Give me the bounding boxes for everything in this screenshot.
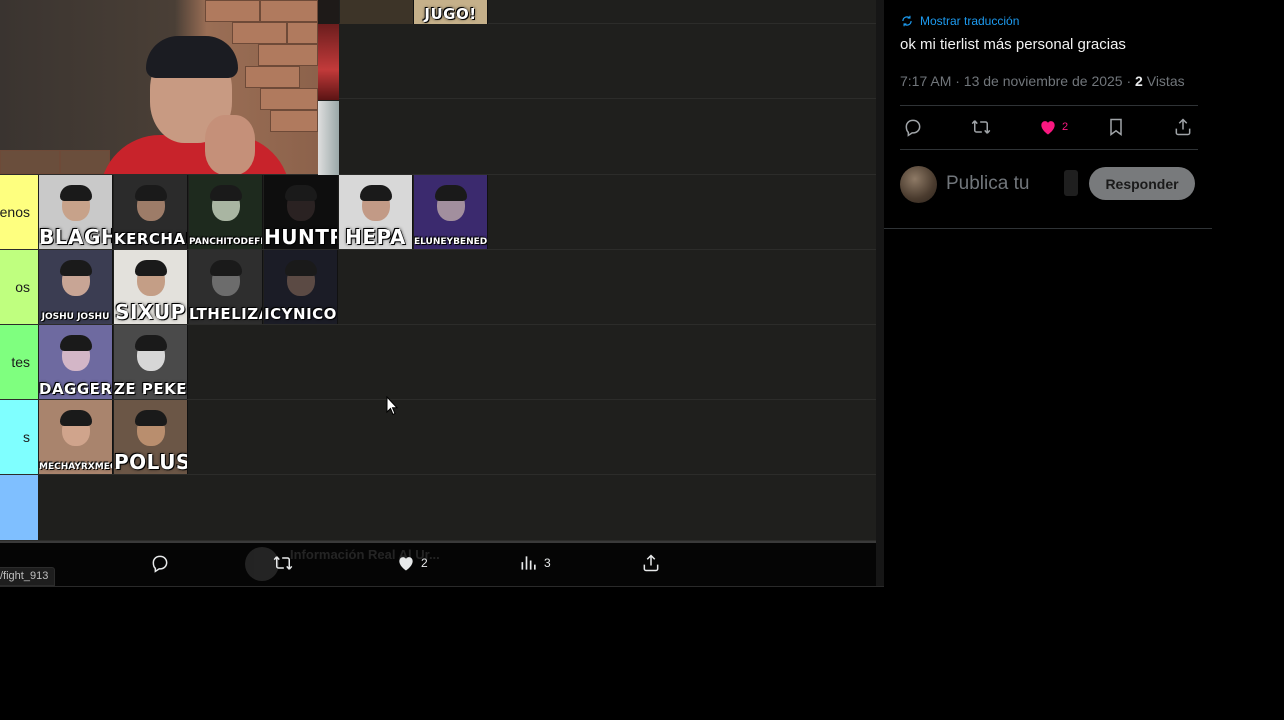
tweet-views-count: 2 xyxy=(1135,73,1143,89)
reply-button[interactable] xyxy=(150,553,170,573)
tier-label: os xyxy=(0,250,38,324)
tier-item[interactable]: MECHAYRXMEO xyxy=(39,400,113,474)
reply-input[interactable] xyxy=(946,172,1066,196)
like-count: 2 xyxy=(421,556,428,570)
tier-label xyxy=(0,475,38,540)
tier-item[interactable]: ICYNICO xyxy=(264,250,338,324)
tile-portrait-hair xyxy=(59,260,92,276)
bookmark-icon xyxy=(1110,118,1122,136)
tweet-timestamp: 7:17 AM · 13 de noviembre de 2025 · xyxy=(900,73,1136,89)
tier-item[interactable]: JOSHU JOSHU xyxy=(39,250,113,324)
tile-portrait-hair xyxy=(209,260,242,276)
tier-item[interactable]: ZE PEKENA xyxy=(114,325,188,399)
tier-item-caption: KERCHAK xyxy=(114,230,187,248)
tier-item[interactable]: HEPA xyxy=(339,175,413,249)
retweet-icon xyxy=(273,556,293,570)
tier-item-caption: ICYNICO xyxy=(264,305,337,323)
retweet-button[interactable] xyxy=(273,553,293,573)
tweet-meta: 7:17 AM · 13 de noviembre de 2025 · 2 Vi… xyxy=(900,73,1185,89)
panel-divider xyxy=(884,228,1212,229)
tweet-views-label: Vistas xyxy=(1142,73,1185,89)
share-icon xyxy=(643,554,659,572)
tier-item-caption: DAGGER xyxy=(39,380,112,398)
tierlist-media[interactable]: enosostess JUGO! BLAGHKERCHAKPANCHITODEF… xyxy=(0,0,876,541)
tile-portrait-hair xyxy=(284,260,317,276)
tier-item[interactable]: PANCHITODEFLEUR xyxy=(189,175,263,249)
tile-jugo-caption: JUGO! xyxy=(424,5,477,23)
tile-portrait-hair xyxy=(209,185,242,201)
tile-portrait-hair xyxy=(284,185,317,201)
tier-item-caption: ELUNEYBENEDETTI xyxy=(414,237,487,247)
reply-icon xyxy=(905,119,921,137)
tile-jugo: JUGO! xyxy=(414,0,488,24)
share-icon xyxy=(1175,118,1191,136)
mouse-cursor-icon xyxy=(386,396,398,416)
tier-item[interactable]: LTHELIZARD xyxy=(189,250,263,324)
tier-item[interactable]: POLUS xyxy=(114,400,188,474)
tweet-text: ok mi tierlist más personal gracias xyxy=(900,36,1126,53)
tier-item-caption: MECHAYRXMEO xyxy=(39,462,112,472)
tier-item[interactable]: KERCHAK xyxy=(114,175,188,249)
tile-strip-top xyxy=(318,0,339,24)
reply-icon xyxy=(152,555,168,573)
translate-icon xyxy=(902,15,912,27)
tier-item-caption: ZE PEKENA xyxy=(114,380,187,398)
views-count: 3 xyxy=(544,556,551,570)
status-url-chip: /fight_913 xyxy=(0,567,56,586)
heart-icon xyxy=(399,557,413,571)
tier-item-caption: HUNTR xyxy=(264,225,337,249)
tile-strip-red xyxy=(318,24,339,100)
tier-item[interactable]: SIXUP xyxy=(114,250,188,324)
tile-portrait-hair xyxy=(359,185,392,201)
heart-filled-icon xyxy=(1041,121,1055,135)
tile-portrait-hair xyxy=(134,260,167,276)
tier-item-caption: JOSHU JOSHU xyxy=(41,312,110,322)
tile-portrait-hair xyxy=(59,410,92,426)
tier-item[interactable]: BLAGH xyxy=(39,175,113,249)
panel-like-button[interactable]: 2 xyxy=(1038,117,1068,137)
tier-item-caption: HEPA xyxy=(345,225,406,249)
tile-top-1 xyxy=(340,0,414,24)
like-button[interactable]: 2 xyxy=(396,553,428,573)
tier-item-caption: PANCHITODEFLEUR xyxy=(189,237,262,247)
views-button[interactable]: 3 xyxy=(519,553,551,573)
tier-label: s xyxy=(0,400,38,474)
retweet-icon xyxy=(971,120,991,134)
tile-portrait-hair xyxy=(59,185,92,201)
tier-item[interactable]: DAGGER xyxy=(39,325,113,399)
tier-row xyxy=(0,475,876,541)
views-icon xyxy=(521,556,536,570)
panel-retweet-button[interactable] xyxy=(971,117,991,137)
tier-item-caption: SIXUP xyxy=(115,300,186,324)
tile-portrait-hair xyxy=(134,185,167,201)
tier-item-caption: LTHELIZARD xyxy=(189,305,262,323)
tier-label: enos xyxy=(0,175,38,249)
share-button[interactable] xyxy=(641,553,661,573)
tier-item-caption: BLAGH xyxy=(39,225,112,249)
panel-like-count: 2 xyxy=(1062,121,1069,133)
avatar[interactable] xyxy=(900,166,937,203)
tile-portrait-hair xyxy=(134,335,167,351)
tier-label: tes xyxy=(0,325,38,399)
input-scroll-handle[interactable] xyxy=(1064,170,1078,196)
tile-strip-white xyxy=(318,101,339,175)
tier-item-caption: POLUS xyxy=(114,450,187,474)
panel-share-button[interactable] xyxy=(1173,117,1193,137)
reply-submit-button[interactable]: Responder xyxy=(1089,167,1195,200)
background-ghost-row: Información Real Al Ur... xyxy=(0,543,876,587)
media-scroll-edge xyxy=(876,0,884,587)
tier-item[interactable]: HUNTR xyxy=(264,175,338,249)
bookmark-button[interactable] xyxy=(1106,117,1126,137)
meta-divider xyxy=(900,105,1198,106)
show-translation-link[interactable]: Mostrar traducción xyxy=(900,14,1019,28)
panel-reply-button[interactable] xyxy=(903,117,923,137)
tile-portrait-hair xyxy=(134,410,167,426)
show-translation-label: Mostrar traducción xyxy=(920,14,1020,28)
tile-portrait-hair xyxy=(59,335,92,351)
actions-divider xyxy=(900,149,1198,150)
tier-item[interactable]: ELUNEYBENEDETTI xyxy=(414,175,488,249)
tweet-action-bar: Información Real Al Ur... 2 3 xyxy=(0,541,876,587)
tile-portrait-hair xyxy=(434,185,467,201)
webcam-overlay xyxy=(0,0,318,174)
